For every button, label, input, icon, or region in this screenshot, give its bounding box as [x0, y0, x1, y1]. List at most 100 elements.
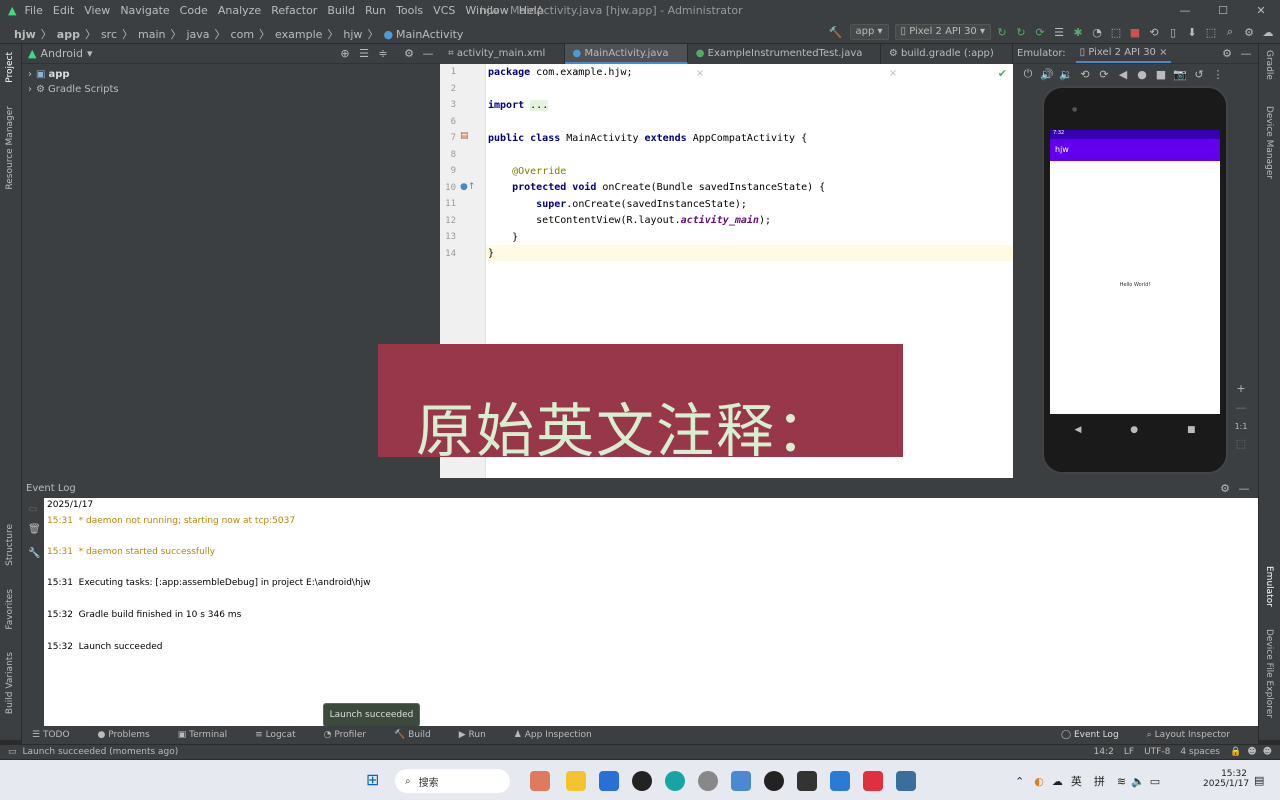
expand-all-icon[interactable]: ☰	[356, 47, 372, 60]
volume-down-icon[interactable]: 🔉	[1058, 68, 1074, 81]
smiley-icon[interactable]: ☻	[1247, 747, 1256, 757]
app-icon[interactable]	[698, 771, 718, 791]
photos-icon[interactable]	[731, 771, 751, 791]
indent-setting[interactable]: 4 spaces	[1180, 747, 1220, 757]
sdk-manager-icon[interactable]: ⬇	[1184, 26, 1200, 39]
lock-icon[interactable]: 🔒	[1230, 747, 1241, 757]
clock[interactable]: 15:32 2025/1/17	[1203, 769, 1249, 789]
menu-edit[interactable]: Edit	[53, 4, 74, 17]
tab-mainactivity-java[interactable]: ● MainActivity.java ×	[564, 44, 688, 79]
fit-screen-icon[interactable]: ⬚	[1231, 437, 1251, 450]
crumb-mainactivity[interactable]: MainActivity	[396, 28, 463, 41]
crumb-app[interactable]: app	[57, 28, 80, 41]
crumb-main[interactable]: main	[138, 28, 165, 41]
search-icon[interactable]: ⌕	[1222, 25, 1238, 39]
hide-panel-icon[interactable]: —	[1236, 482, 1252, 495]
tab-problems[interactable]: ● Problems	[98, 730, 164, 740]
phone-screen[interactable]: 7:32 hjw Hello World!	[1050, 130, 1220, 414]
tab-run[interactable]: ▶ Run	[459, 730, 500, 740]
minimize-icon[interactable]: —	[1166, 0, 1204, 22]
account-icon[interactable]: ☁	[1260, 26, 1276, 39]
menu-analyze[interactable]: Analyze	[218, 4, 261, 17]
tool-device-manager[interactable]: Device Manager	[1264, 106, 1274, 179]
no-problems-check-icon[interactable]: ✔	[998, 67, 1007, 80]
maximize-icon[interactable]: ☐	[1204, 0, 1242, 22]
menu-build[interactable]: Build	[327, 4, 355, 17]
tab-activity-main-xml[interactable]: ⌗ activity_main.xml ×	[440, 44, 565, 79]
tab-emulator-device[interactable]: ▯ Pixel 2 API 30 ×	[1075, 44, 1172, 63]
tray-language[interactable]: 英	[1071, 773, 1082, 789]
qq-icon[interactable]	[764, 771, 784, 791]
menu-tools[interactable]: Tools	[396, 4, 423, 17]
rerun-icon[interactable]: ↻	[994, 26, 1010, 39]
tab-build[interactable]: 🔨 Build	[394, 730, 445, 740]
terminal-icon[interactable]	[797, 771, 817, 791]
chevron-down-icon[interactable]: ▾	[87, 47, 93, 60]
snapshot-icon[interactable]: ↺	[1191, 68, 1207, 81]
crumb-hjw[interactable]: hjw	[343, 28, 362, 41]
tab-logcat[interactable]: ≡ Logcat	[255, 730, 309, 740]
tab-build-gradle[interactable]: ⚙ build.gradle (:app) ×	[881, 44, 1013, 79]
zoom-1-1-button[interactable]: 1:1	[1231, 422, 1251, 431]
tool-project[interactable]: Project	[5, 52, 15, 83]
event-log-content[interactable]: 2025/1/17 15:31 * daemon not running; st…	[44, 498, 1258, 726]
menu-refactor[interactable]: Refactor	[271, 4, 317, 17]
tray-app-icon[interactable]: ◐	[1034, 775, 1044, 788]
tool-build-variants[interactable]: Build Variants	[5, 652, 15, 714]
more-icon[interactable]: ⋮	[1210, 68, 1226, 81]
hide-panel-icon[interactable]: —	[1238, 47, 1254, 60]
crumb-com[interactable]: com	[231, 28, 255, 41]
caret-position[interactable]: 14:2	[1094, 747, 1114, 757]
emoji-icon[interactable]: ☻	[1263, 747, 1272, 757]
crumb-project[interactable]: hjw	[14, 28, 36, 41]
file-encoding[interactable]: UTF-8	[1144, 747, 1170, 757]
settings-icon[interactable]: ⚙	[1219, 47, 1235, 60]
tab-layout-inspector[interactable]: ⌕ Layout Inspector	[1147, 730, 1244, 740]
tab-exampleinstrumentedtest-java[interactable]: ● ExampleInstrumentedTest.java ×	[688, 44, 881, 79]
tab-profiler[interactable]: ◔ Profiler	[324, 730, 380, 740]
settings-icon[interactable]: ⚙	[1241, 26, 1257, 39]
override-gutter-icon[interactable]: ●↑	[460, 182, 475, 192]
sync-gradle-icon[interactable]: ⟲	[1146, 26, 1162, 39]
home-icon[interactable]: ●	[1134, 68, 1150, 81]
github-icon[interactable]	[632, 771, 652, 791]
debug-icon[interactable]: ✱	[1070, 26, 1086, 39]
vscode-icon[interactable]	[830, 771, 850, 791]
tool-structure[interactable]: Structure	[5, 524, 15, 566]
device-manager-icon[interactable]: ▯	[1165, 26, 1181, 39]
tool-emulator[interactable]: Emulator	[1264, 566, 1274, 607]
battery-icon[interactable]: ▭	[1150, 775, 1160, 788]
widget-icon[interactable]	[530, 771, 550, 791]
apply-code-changes-icon[interactable]: ⟳	[1032, 26, 1048, 39]
file-explorer-icon[interactable]	[566, 771, 586, 791]
device-dropdown[interactable]: ▯ Pixel 2 API 30 ▾	[894, 24, 991, 40]
activity-gutter-icon[interactable]: ▤	[460, 131, 469, 141]
menu-navigate[interactable]: Navigate	[120, 4, 169, 17]
tool-device-file-explorer[interactable]: Device File Explorer	[1264, 629, 1274, 718]
status-message[interactable]: Launch succeeded (moments ago)	[23, 747, 179, 757]
rotate-right-icon[interactable]: ⟳	[1096, 68, 1112, 81]
tab-todo[interactable]: ☰ TODO	[32, 730, 84, 740]
crumb-example[interactable]: example	[275, 28, 322, 41]
tray-ime[interactable]: 拼	[1094, 773, 1105, 789]
menu-vcs[interactable]: VCS	[433, 4, 455, 17]
back-icon[interactable]: ◀	[1115, 68, 1131, 81]
tool-resource-manager[interactable]: Resource Manager	[5, 106, 15, 190]
menu-code[interactable]: Code	[180, 4, 208, 17]
rotate-left-icon[interactable]: ⟲	[1077, 68, 1093, 81]
locate-icon[interactable]: ⊕	[337, 47, 353, 60]
tab-app-inspection[interactable]: ♟ App Inspection	[514, 730, 606, 740]
volume-icon[interactable]: 🔈	[1131, 775, 1145, 788]
chevron-up-icon[interactable]: ⌃	[1015, 775, 1024, 788]
wrench-icon[interactable]: 🔧	[28, 548, 40, 559]
tree-item-gradle-scripts[interactable]: › ⚙ Gradle Scripts	[28, 82, 440, 97]
power-icon[interactable]: ⏻	[1020, 67, 1036, 81]
tool-favorites[interactable]: Favorites	[5, 589, 15, 630]
volume-up-icon[interactable]: 🔊	[1039, 68, 1055, 81]
android-studio-taskbar-icon[interactable]	[896, 771, 916, 791]
windows-start-icon[interactable]: ⊞	[366, 770, 379, 789]
edge-icon[interactable]	[665, 771, 685, 791]
settings-icon[interactable]: ⚙	[1217, 482, 1233, 495]
apply-changes-icon[interactable]: ↻	[1013, 26, 1029, 39]
screenshot-icon[interactable]: 📷	[1172, 68, 1188, 81]
